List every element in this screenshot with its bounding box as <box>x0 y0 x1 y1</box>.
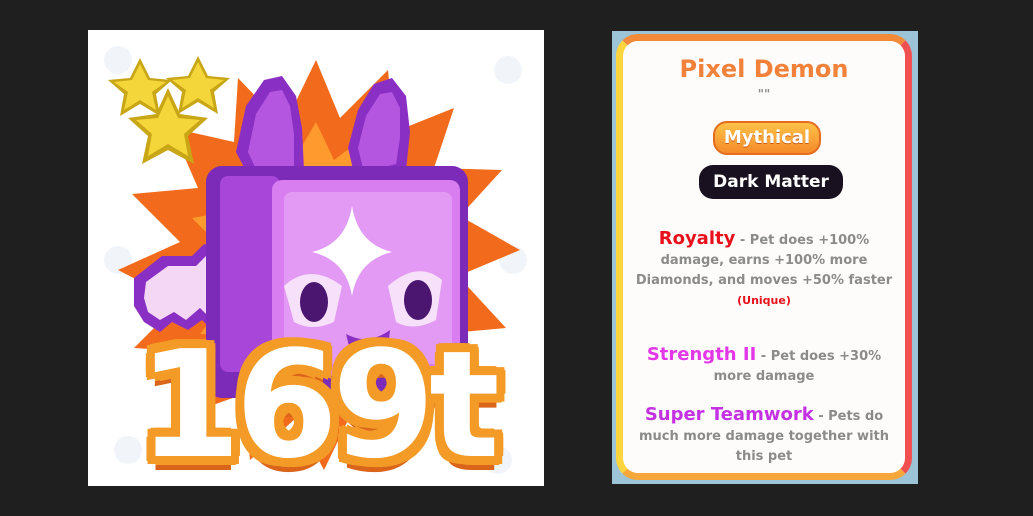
enchant-name: Super Teamwork <box>644 404 814 425</box>
enchant-name: Royalty <box>658 228 736 249</box>
enchant-strength: Strength II - Pet does +30% more damage <box>631 345 897 387</box>
pet-card[interactable]: 169t <box>88 30 544 486</box>
pet-info-card: Pixel Demon "" Mythical Dark Matter Roya… <box>616 34 912 480</box>
pet-value-label: 169t <box>138 319 500 486</box>
variant-badge: Dark Matter <box>699 165 843 199</box>
pet-quote: "" <box>757 87 771 101</box>
pet-name-title: Pixel Demon <box>679 55 849 83</box>
enchant-separator: - <box>735 233 750 248</box>
enchant-separator: - <box>756 349 771 364</box>
pet-info-content: Pixel Demon "" Mythical Dark Matter Roya… <box>623 41 905 473</box>
enchant-royalty: Royalty - Pet does +100% damage, earns +… <box>631 229 897 311</box>
screen: 169t Pixel Demon "" Mythical Dark Matter… <box>0 0 1033 516</box>
pet-info-panel: Pixel Demon "" Mythical Dark Matter Roya… <box>612 31 918 484</box>
enchant-name: Strength II <box>646 344 757 365</box>
enchant-super-teamwork: Super Teamwork - Pets do much more damag… <box>631 405 897 467</box>
enchant-separator: - <box>813 409 829 424</box>
rarity-badge: Mythical <box>713 121 821 155</box>
enchant-unique-tag: (Unique) <box>737 294 791 307</box>
